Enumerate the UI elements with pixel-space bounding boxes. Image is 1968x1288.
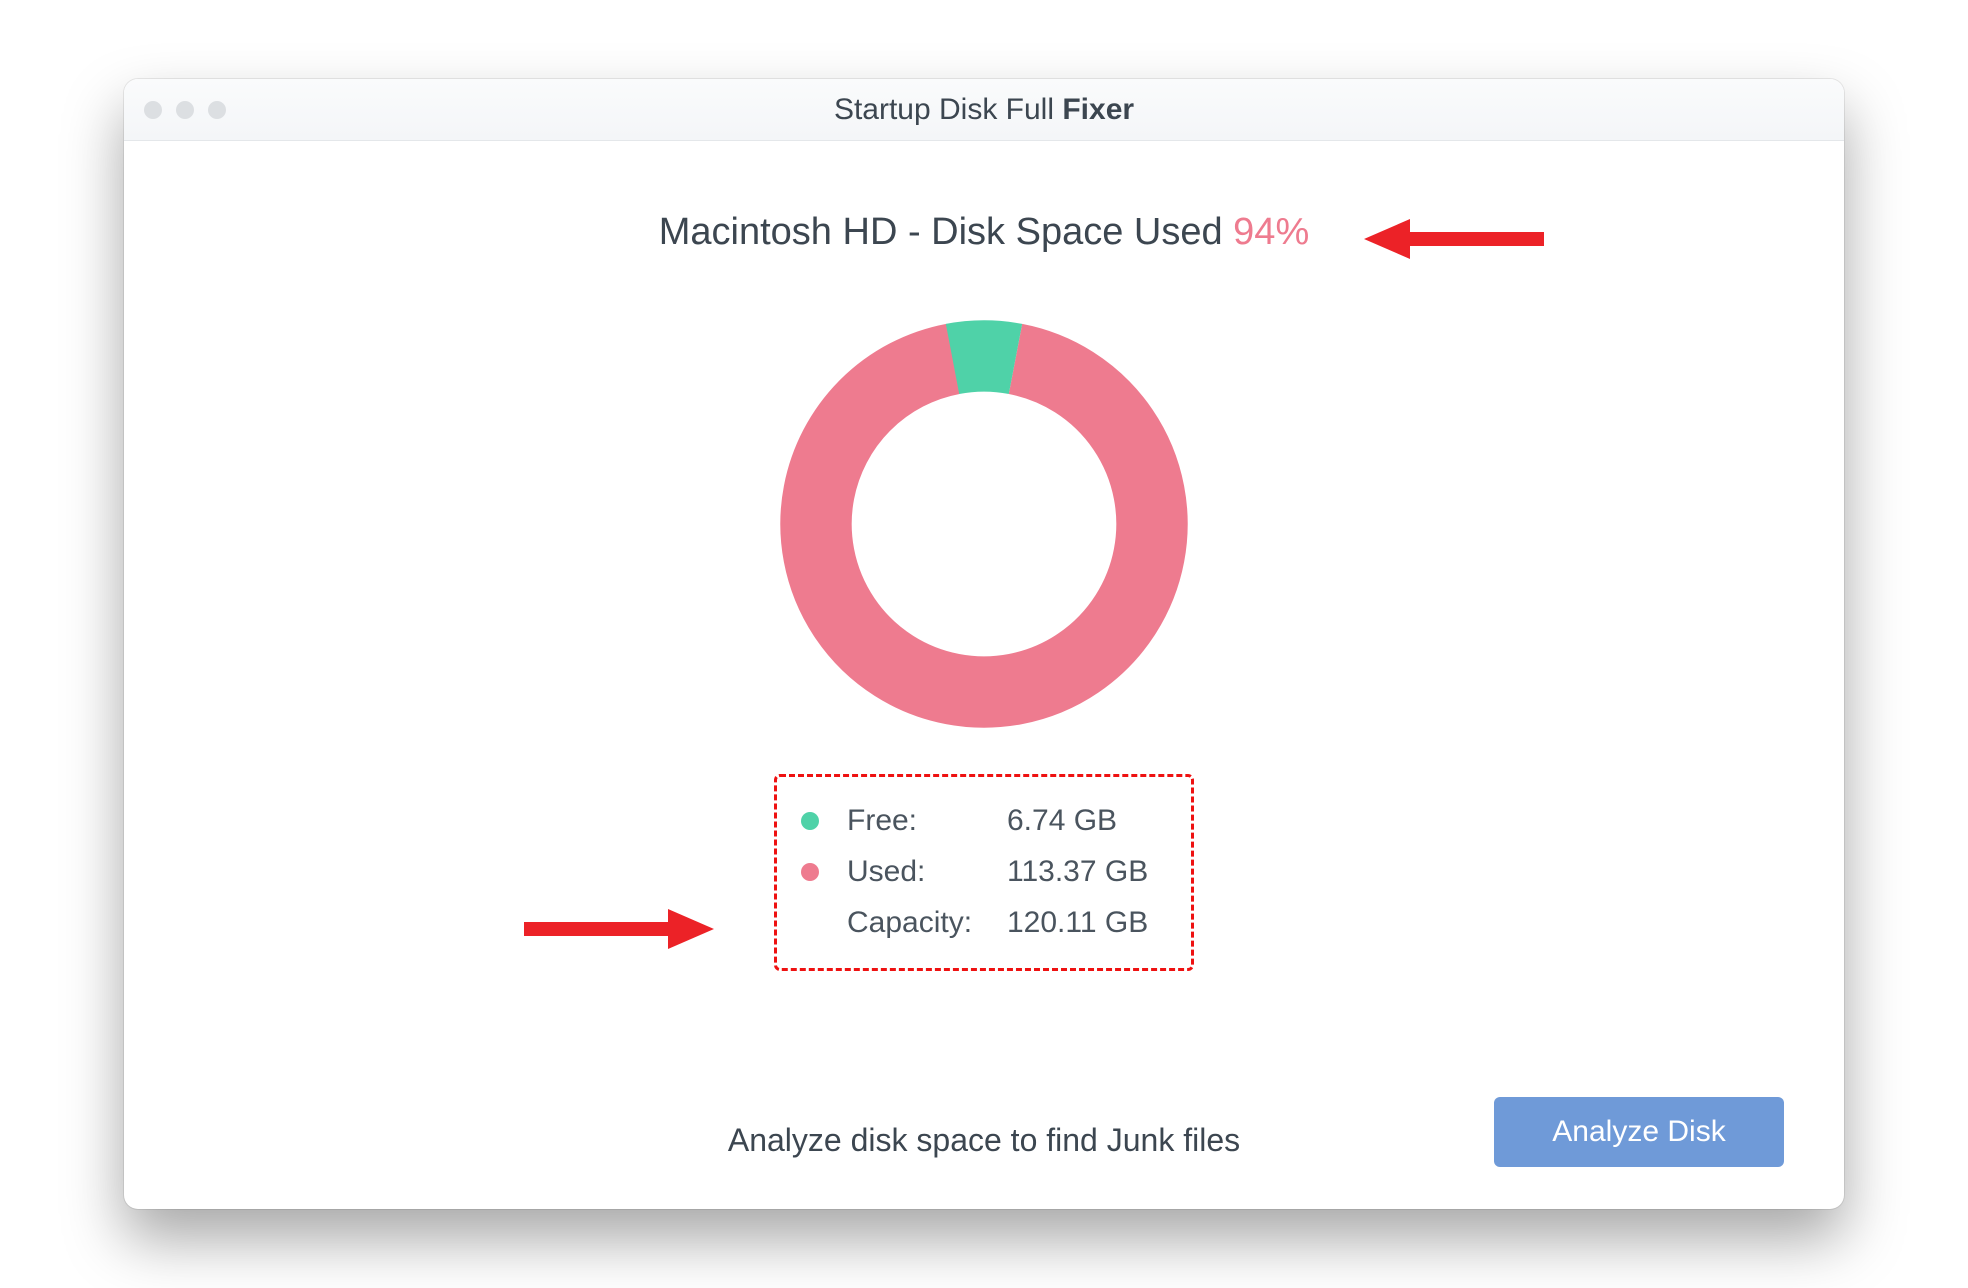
close-window-icon[interactable] (144, 101, 162, 119)
legend-value-used: 113.37 GB (987, 846, 1167, 897)
app-title-bold: Fixer (1062, 93, 1134, 126)
main-content: Macintosh HD - Disk Space Used 94% Free:… (124, 141, 1844, 1209)
app-title: Startup Disk Full Fixer (124, 93, 1844, 127)
legend-row-used: Used: 113.37 GB (801, 846, 1167, 897)
minimize-window-icon[interactable] (176, 101, 194, 119)
disk-usage-percent: 94% (1233, 211, 1309, 253)
disk-name-label: Macintosh HD - Disk Space Used (659, 211, 1233, 253)
legend-dot-used-icon (801, 863, 819, 881)
annotation-arrow-icon (524, 901, 714, 957)
legend-label-capacity: Capacity: (847, 897, 987, 948)
disk-usage-headline: Macintosh HD - Disk Space Used 94% (184, 211, 1784, 254)
disk-usage-donut-chart (774, 314, 1194, 734)
titlebar: Startup Disk Full Fixer (124, 79, 1844, 141)
window-controls (144, 79, 226, 140)
legend-label-free: Free: (847, 795, 987, 846)
app-window: Startup Disk Full Fixer Macintosh HD - D… (124, 79, 1844, 1209)
legend-dot-free-icon (801, 812, 819, 830)
footer-hint-text: Analyze disk space to find Junk files (728, 1122, 1240, 1159)
legend-value-capacity: 120.11 GB (987, 897, 1167, 948)
donut-chart-container (184, 314, 1784, 734)
maximize-window-icon[interactable] (208, 101, 226, 119)
legend-row-capacity: Capacity: 120.11 GB (801, 897, 1167, 948)
legend-row-free: Free: 6.74 GB (801, 795, 1167, 846)
legend-value-free: 6.74 GB (987, 795, 1167, 846)
analyze-disk-button[interactable]: Analyze Disk (1494, 1097, 1784, 1167)
disk-legend-box: Free: 6.74 GB Used: 113.37 GB Capacity: … (774, 774, 1194, 971)
legend-dot-spacer (801, 914, 819, 932)
app-title-prefix: Startup Disk Full (834, 93, 1062, 126)
legend-label-used: Used: (847, 846, 987, 897)
